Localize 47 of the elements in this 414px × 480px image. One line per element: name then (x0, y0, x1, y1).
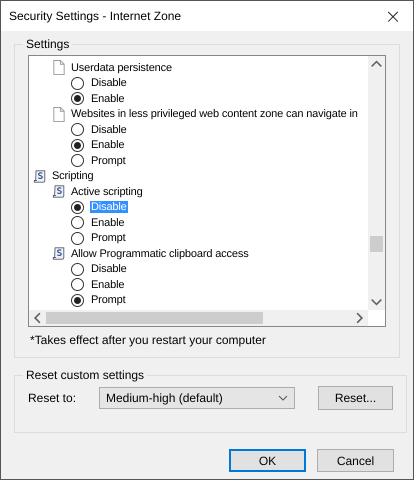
document-icon (52, 60, 66, 76)
horizontal-scrollbar[interactable] (29, 310, 368, 326)
document-icon (52, 106, 66, 122)
radio-button[interactable] (71, 76, 84, 90)
radio-button[interactable] (71, 123, 84, 136)
level-dropdown[interactable]: Medium-high (default) (99, 387, 295, 409)
vertical-scrollbar[interactable] (368, 56, 385, 310)
reset-to-label: Reset to: (28, 391, 78, 405)
option-label[interactable]: Disable (90, 124, 128, 136)
setting-label: Userdata persistence (70, 62, 173, 74)
setting-label: Active scripting (70, 186, 144, 198)
option-label[interactable]: Prompt (90, 232, 127, 244)
caret-icon (278, 393, 288, 403)
option-label[interactable]: Disable (90, 263, 128, 276)
restart-note: *Takes effect after you restart your computer (29, 332, 267, 349)
ok-button[interactable]: OK (229, 449, 306, 472)
scroll-thumb[interactable] (370, 236, 383, 252)
category-label: Scripting (51, 170, 94, 182)
radio-button[interactable] (71, 232, 84, 245)
window-title: Security Settings - Internet Zone (9, 9, 182, 23)
script-icon (52, 184, 66, 200)
group-label: Reset custom settings (25, 368, 146, 382)
radio-button[interactable] (71, 294, 84, 307)
option-label[interactable]: Enable (90, 92, 126, 105)
option-label[interactable]: Enable (90, 139, 126, 152)
radio-button[interactable] (71, 200, 84, 214)
cancel-button[interactable]: Cancel (317, 449, 394, 472)
scroll-thumb[interactable] (46, 312, 263, 324)
option-label[interactable]: Disable (90, 77, 128, 90)
radio-button[interactable] (71, 154, 84, 168)
option-label[interactable]: Enable (90, 216, 126, 229)
script-icon (33, 168, 47, 184)
radio-button[interactable] (71, 262, 84, 276)
script-icon (52, 246, 66, 262)
radio-button[interactable] (71, 138, 84, 152)
group-label: Settings (25, 37, 70, 51)
setting-label: Websites in less privileged web content zone can navigate in (70, 108, 359, 120)
close-button[interactable]: × (373, 1, 413, 31)
setting-label: Allow Programmatic clipboard access (70, 248, 250, 260)
option-label[interactable]: Enable (90, 278, 126, 291)
radio-button[interactable] (71, 216, 84, 230)
settings-tree[interactable] (28, 55, 386, 327)
radio-button[interactable] (71, 278, 84, 292)
radio-button[interactable] (71, 92, 84, 106)
option-label[interactable]: Prompt (90, 154, 127, 167)
reset-button[interactable]: Reset... (318, 386, 393, 410)
option-label[interactable]: Prompt (90, 294, 127, 306)
